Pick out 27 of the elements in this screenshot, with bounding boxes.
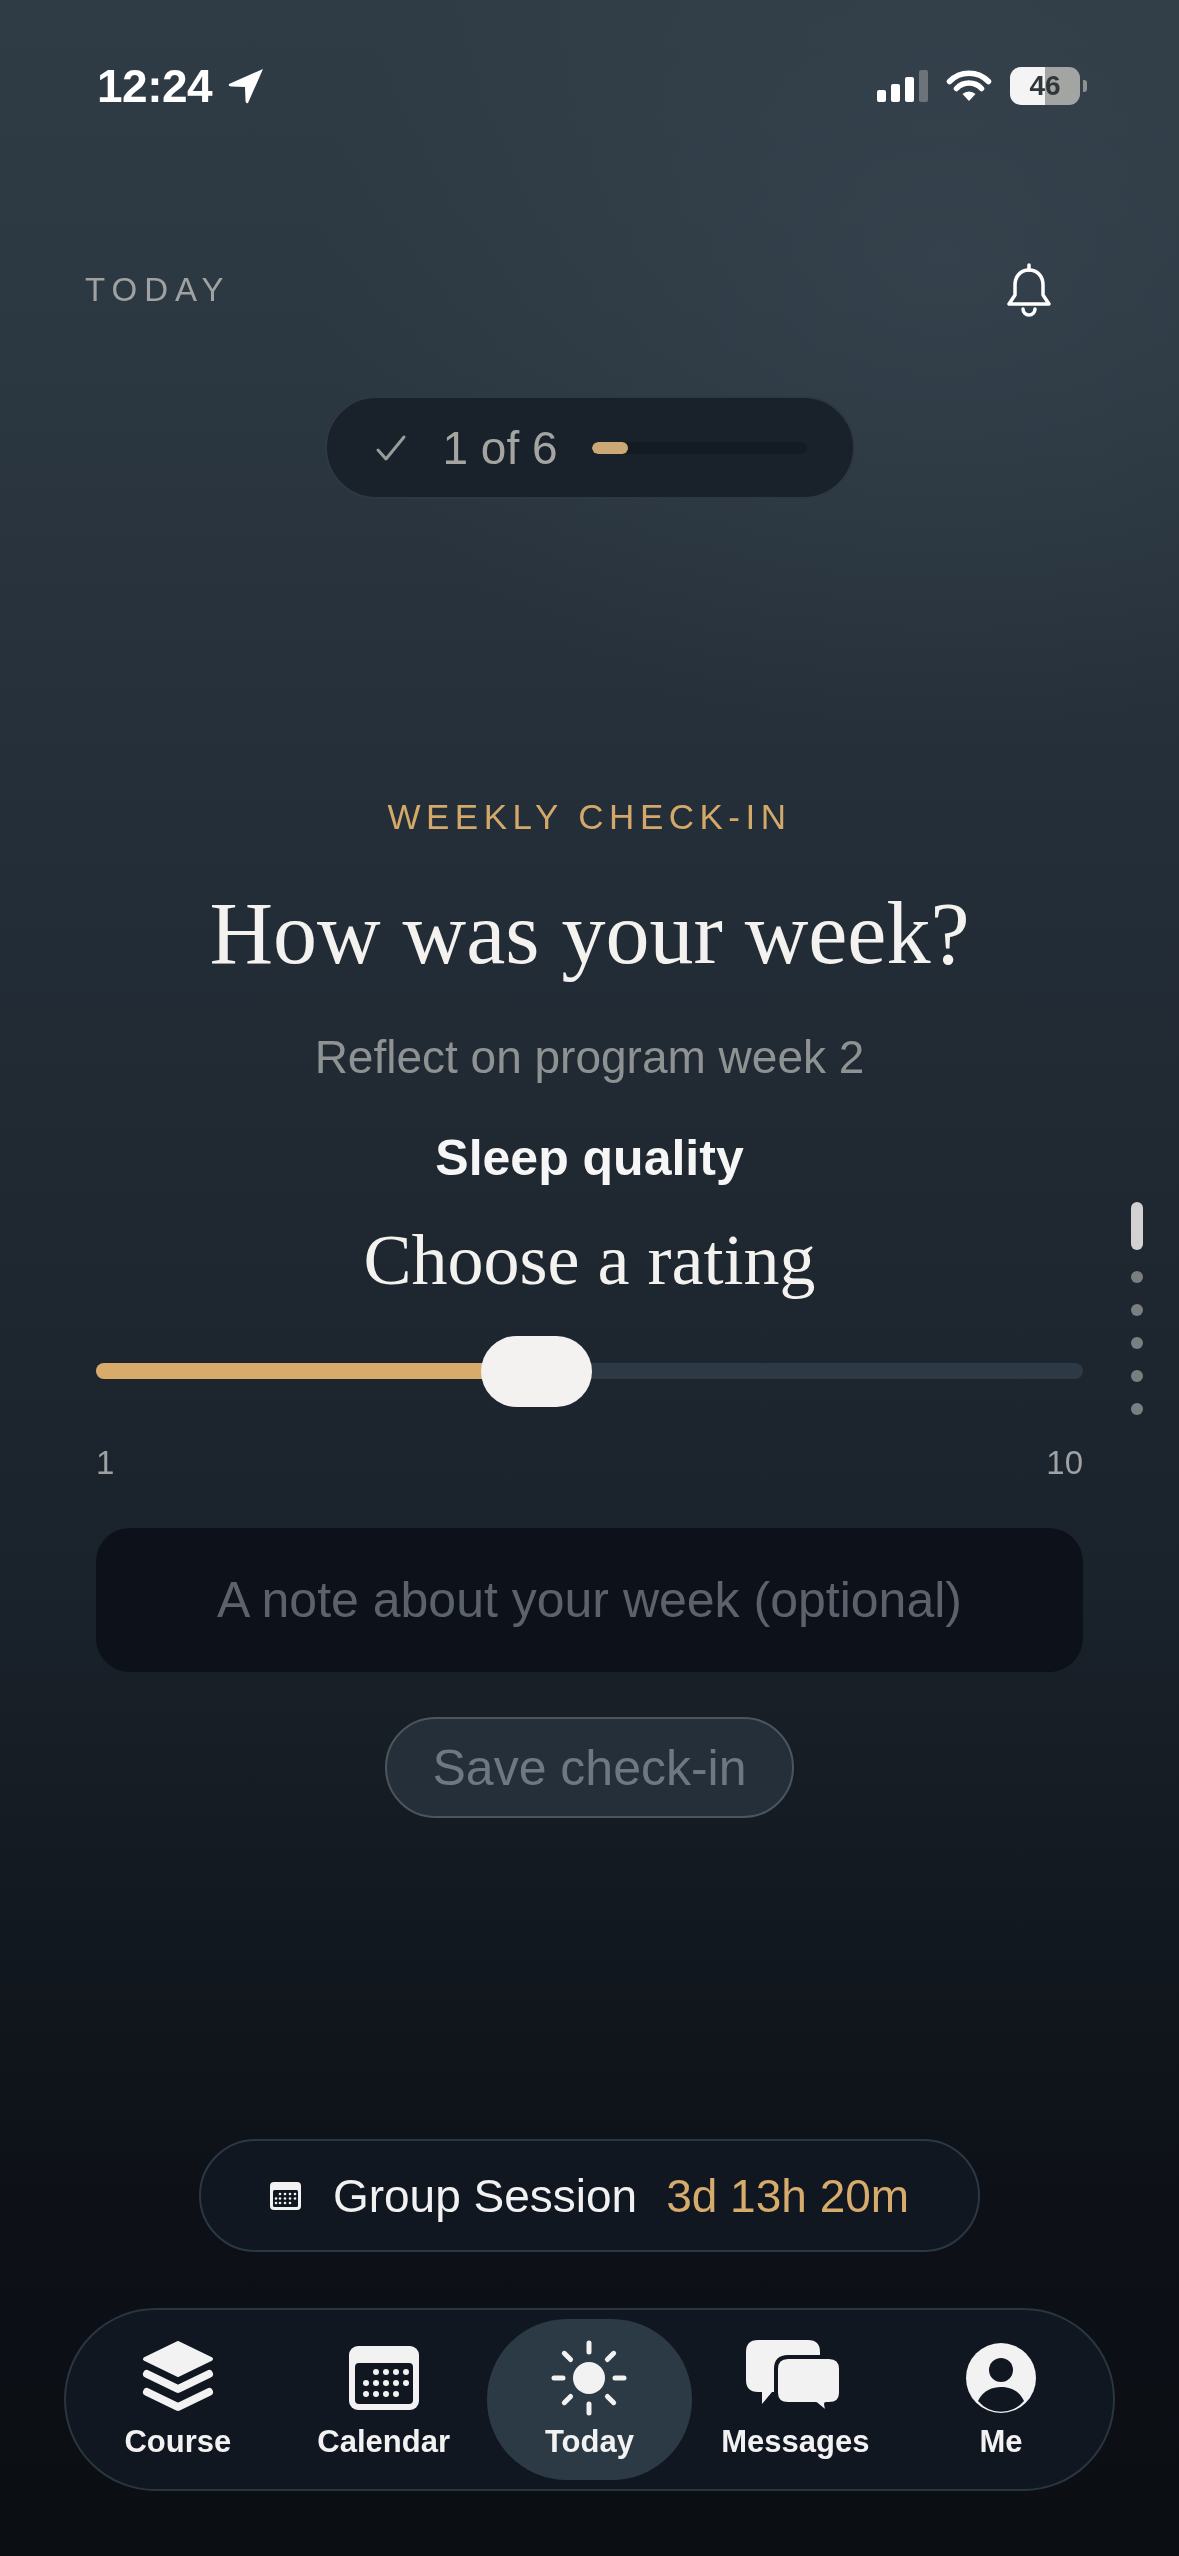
nav-tab[interactable]: Calendar [280,2319,487,2480]
nav-tab[interactable]: Today [486,2319,693,2480]
signal-icon [877,70,928,102]
nav-tab[interactable]: Me [898,2319,1104,2480]
status-time: 12:24 [97,62,213,110]
nav-tab[interactable]: Messages [692,2319,899,2480]
calendar-icon [269,2181,301,2210]
question-title: How was your week? [208,884,971,984]
session-banner[interactable]: Group Session 3d 13h 20m [199,2139,980,2252]
section-eyebrow: WEEKLY CHECK-IN [386,796,793,838]
session-countdown: 3d 13h 20m [666,2172,910,2219]
slider-min-label: 1 [96,1443,115,1483]
rating-prompt: Choose a rating [362,1219,817,1302]
nav-tab[interactable]: Course [75,2319,281,2480]
rating-slider[interactable] [96,1336,1083,1407]
battery-indicator: 46 [1010,67,1087,105]
slider-max-label: 10 [1046,1443,1083,1483]
subtitle-text: Reflect on program week 2 [313,1030,866,1085]
page-title: TODAY [85,270,231,310]
sun-icon [551,2340,628,2416]
step-count: 1 of 6 [442,424,558,471]
person-icon [966,2343,1037,2413]
location-arrow-icon [228,68,265,104]
question-label: Sleep quality [434,1129,745,1188]
wifi-icon [946,69,992,103]
calendar-icon [348,2346,419,2410]
note-input-field[interactable]: A note about your week (optional) [96,1528,1083,1672]
